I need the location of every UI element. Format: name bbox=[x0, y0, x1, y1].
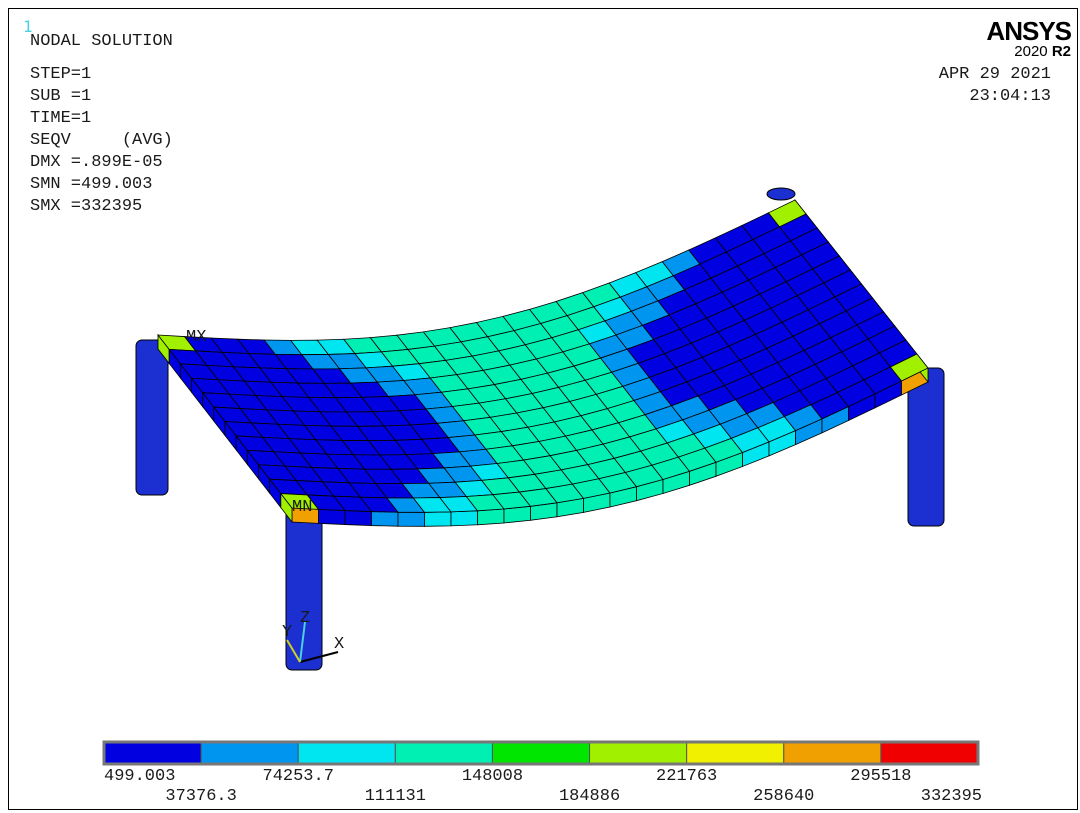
legend-swatch bbox=[297, 741, 396, 765]
legend-swatch bbox=[200, 741, 299, 765]
edge-element bbox=[397, 511, 425, 527]
legend-label-bottom: 258640 bbox=[753, 787, 814, 806]
legend-label-bottom: 332395 bbox=[921, 787, 982, 806]
legend-swatch bbox=[589, 741, 688, 765]
edge-element bbox=[424, 511, 452, 527]
triad-x-label: X bbox=[334, 635, 344, 654]
legend-swatch bbox=[491, 741, 591, 765]
legend-label-top: 74253.7 bbox=[263, 767, 334, 786]
contour-legend: 499.003 74253.7 148008 221763 295518 37376.3 1… bbox=[102, 740, 982, 806]
legend-label-top: 148008 bbox=[462, 767, 523, 786]
column-back-left bbox=[135, 339, 169, 496]
legend-swatch bbox=[103, 741, 202, 765]
min-marker: MN bbox=[292, 498, 312, 517]
edge-element bbox=[371, 511, 399, 527]
triad-z-label: Z bbox=[300, 609, 310, 628]
triad-y-label: Y bbox=[282, 623, 292, 642]
legend-label-top: 295518 bbox=[850, 767, 911, 786]
edge-element bbox=[318, 508, 346, 525]
slab-mesh bbox=[157, 199, 929, 513]
column-front-left bbox=[285, 504, 323, 671]
legend-label-top: 221763 bbox=[656, 767, 717, 786]
model-viewport[interactable]: MX MN X Z Y 499.003 74253.7 148008 221763 29… bbox=[0, 0, 1080, 813]
legend-label-bottom: 111131 bbox=[365, 787, 426, 806]
legend-swatch bbox=[686, 741, 785, 765]
legend-swatch bbox=[783, 741, 882, 765]
legend-swatch bbox=[880, 741, 979, 765]
legend-label-top: 499.003 bbox=[104, 767, 175, 786]
column-front-right bbox=[907, 367, 945, 527]
legend-label-bottom: 184886 bbox=[559, 787, 620, 806]
max-marker: MX bbox=[186, 328, 206, 347]
legend-label-bottom: 37376.3 bbox=[165, 787, 236, 806]
edge-element bbox=[477, 508, 505, 526]
edge-element bbox=[344, 510, 372, 526]
column-back-right-top bbox=[766, 187, 796, 201]
legend-swatch bbox=[394, 741, 493, 765]
edge-element bbox=[450, 510, 478, 527]
